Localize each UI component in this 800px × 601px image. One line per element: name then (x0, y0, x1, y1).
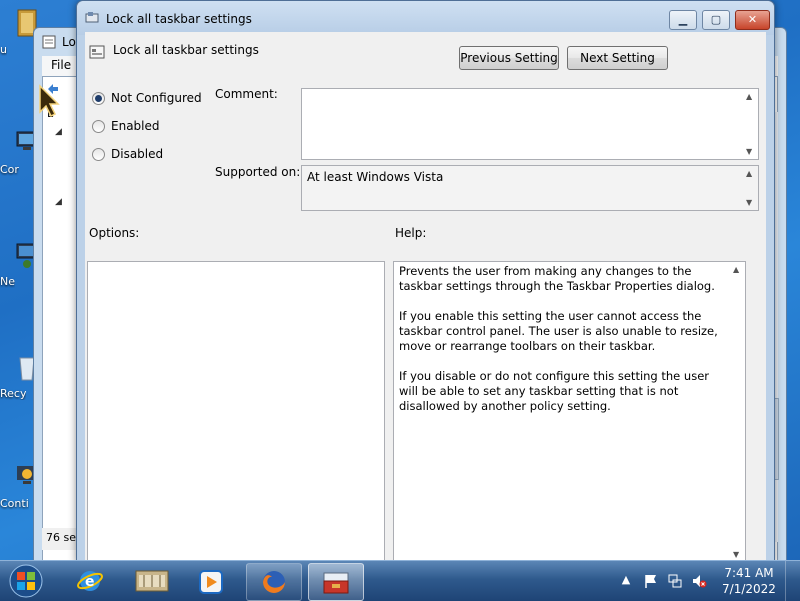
comment-field[interactable]: ▲ ▼ (301, 88, 759, 160)
help-text: Prevents the user from making any change… (399, 264, 729, 429)
radio-disabled[interactable]: Disabled (92, 146, 163, 162)
tree-expand-icon[interactable]: ◢ (55, 127, 62, 137)
scroll-down-icon[interactable]: ▼ (746, 147, 752, 156)
library-icon (135, 570, 169, 592)
desktop-icon-label: Cor (0, 163, 19, 176)
maximize-button[interactable]: ▢ (702, 10, 730, 30)
radio-label: Not Configured (111, 91, 202, 105)
help-paragraph: Prevents the user from making any change… (399, 264, 715, 293)
previous-setting-button[interactable]: Previous Setting (459, 46, 559, 70)
radio-not-configured[interactable]: Not Configured (92, 90, 202, 106)
next-setting-button[interactable]: Next Setting (567, 46, 668, 70)
radio-button[interactable] (92, 147, 105, 161)
show-hidden-icons-icon[interactable]: ▲ (618, 573, 634, 589)
setting-title: Lock all taskbar settings (113, 43, 259, 57)
help-paragraph: If you enable this setting the user cann… (399, 309, 718, 353)
minimize-button[interactable]: ▁ (669, 10, 697, 30)
network-status-icon[interactable] (667, 573, 683, 589)
maximize-icon: ▢ (710, 13, 722, 26)
clock-date: 7/1/2022 (722, 582, 776, 596)
help-paragraph: If you disable or do not configure this … (399, 369, 710, 413)
help-label: Help: (395, 226, 427, 240)
system-clock[interactable]: 7:41 AM 7/1/2022 (720, 565, 778, 597)
supported-scrollbar[interactable]: ▲ ▼ (743, 166, 758, 210)
show-desktop-button[interactable] (785, 561, 800, 601)
comment-label: Comment: (215, 87, 278, 101)
media-player-icon (199, 570, 223, 594)
taskbar-group-policy-editor[interactable] (308, 563, 364, 601)
desktop-icon-label: u (0, 43, 7, 56)
svg-text:e: e (85, 574, 95, 590)
title-bar[interactable]: Lock all taskbar settings ▁ ▢ ✕ (77, 1, 774, 35)
volume-muted-icon[interactable] (691, 573, 707, 589)
taskbar: e ▲ 7:41 AM 7/1/2022 (0, 560, 800, 601)
help-pane[interactable]: Prevents the user from making any change… (393, 261, 746, 563)
radio-label: Enabled (111, 119, 160, 133)
action-center-flag-icon[interactable] (643, 573, 659, 589)
minimize-icon: ▁ (678, 13, 688, 26)
dialog-title: Lock all taskbar settings (106, 12, 252, 26)
firefox-icon (263, 571, 285, 593)
scroll-up-icon[interactable]: ▲ (746, 169, 752, 178)
desktop-icon-label: Ne (0, 275, 15, 288)
supported-on-field[interactable]: At least Windows Vista ▲ ▼ (301, 165, 759, 211)
start-button[interactable] (2, 562, 54, 600)
scroll-down-icon[interactable]: ▼ (733, 550, 739, 559)
group-policy-editor-icon (323, 572, 349, 594)
policy-editor-icon (42, 35, 56, 49)
internet-explorer-icon: e (77, 571, 103, 591)
policy-icon (85, 12, 99, 23)
radio-label: Disabled (111, 147, 164, 161)
desktop-icon-label: Recy (0, 387, 27, 400)
menu-file[interactable]: File (42, 56, 80, 74)
clock-time: 7:41 AM (724, 566, 774, 580)
options-label: Options: (89, 226, 140, 240)
setting-icon (89, 45, 105, 59)
radio-button-selected[interactable] (92, 91, 105, 105)
taskbar-internet-explorer[interactable]: e (63, 563, 117, 599)
options-pane[interactable] (87, 261, 385, 563)
taskbar-libraries[interactable] (125, 563, 179, 599)
policy-setting-dialog[interactable]: Lock all taskbar settings ▁ ▢ ✕ Lock all… (76, 0, 775, 564)
supported-on-value: At least Windows Vista (307, 170, 444, 184)
mouse-cursor-icon (39, 84, 60, 118)
close-button[interactable]: ✕ (735, 10, 770, 30)
radio-button[interactable] (92, 119, 105, 133)
scroll-down-icon[interactable]: ▼ (746, 198, 752, 207)
tree-expand-icon[interactable]: ◢ (55, 197, 62, 207)
supported-on-label: Supported on: (215, 165, 301, 179)
comment-scrollbar[interactable]: ▲ ▼ (743, 89, 758, 159)
close-icon: ✕ (747, 13, 758, 26)
scroll-up-icon[interactable]: ▲ (746, 92, 752, 101)
taskbar-firefox[interactable] (246, 563, 302, 601)
scroll-up-icon[interactable]: ▲ (733, 265, 739, 274)
taskbar-media-player[interactable] (184, 563, 238, 599)
radio-enabled[interactable]: Enabled (92, 118, 160, 134)
desktop-icon-label: Conti (0, 497, 29, 510)
help-scrollbar[interactable]: ▲ ▼ (730, 262, 745, 562)
dialog-content: Lock all taskbar settings Previous Setti… (85, 32, 766, 563)
